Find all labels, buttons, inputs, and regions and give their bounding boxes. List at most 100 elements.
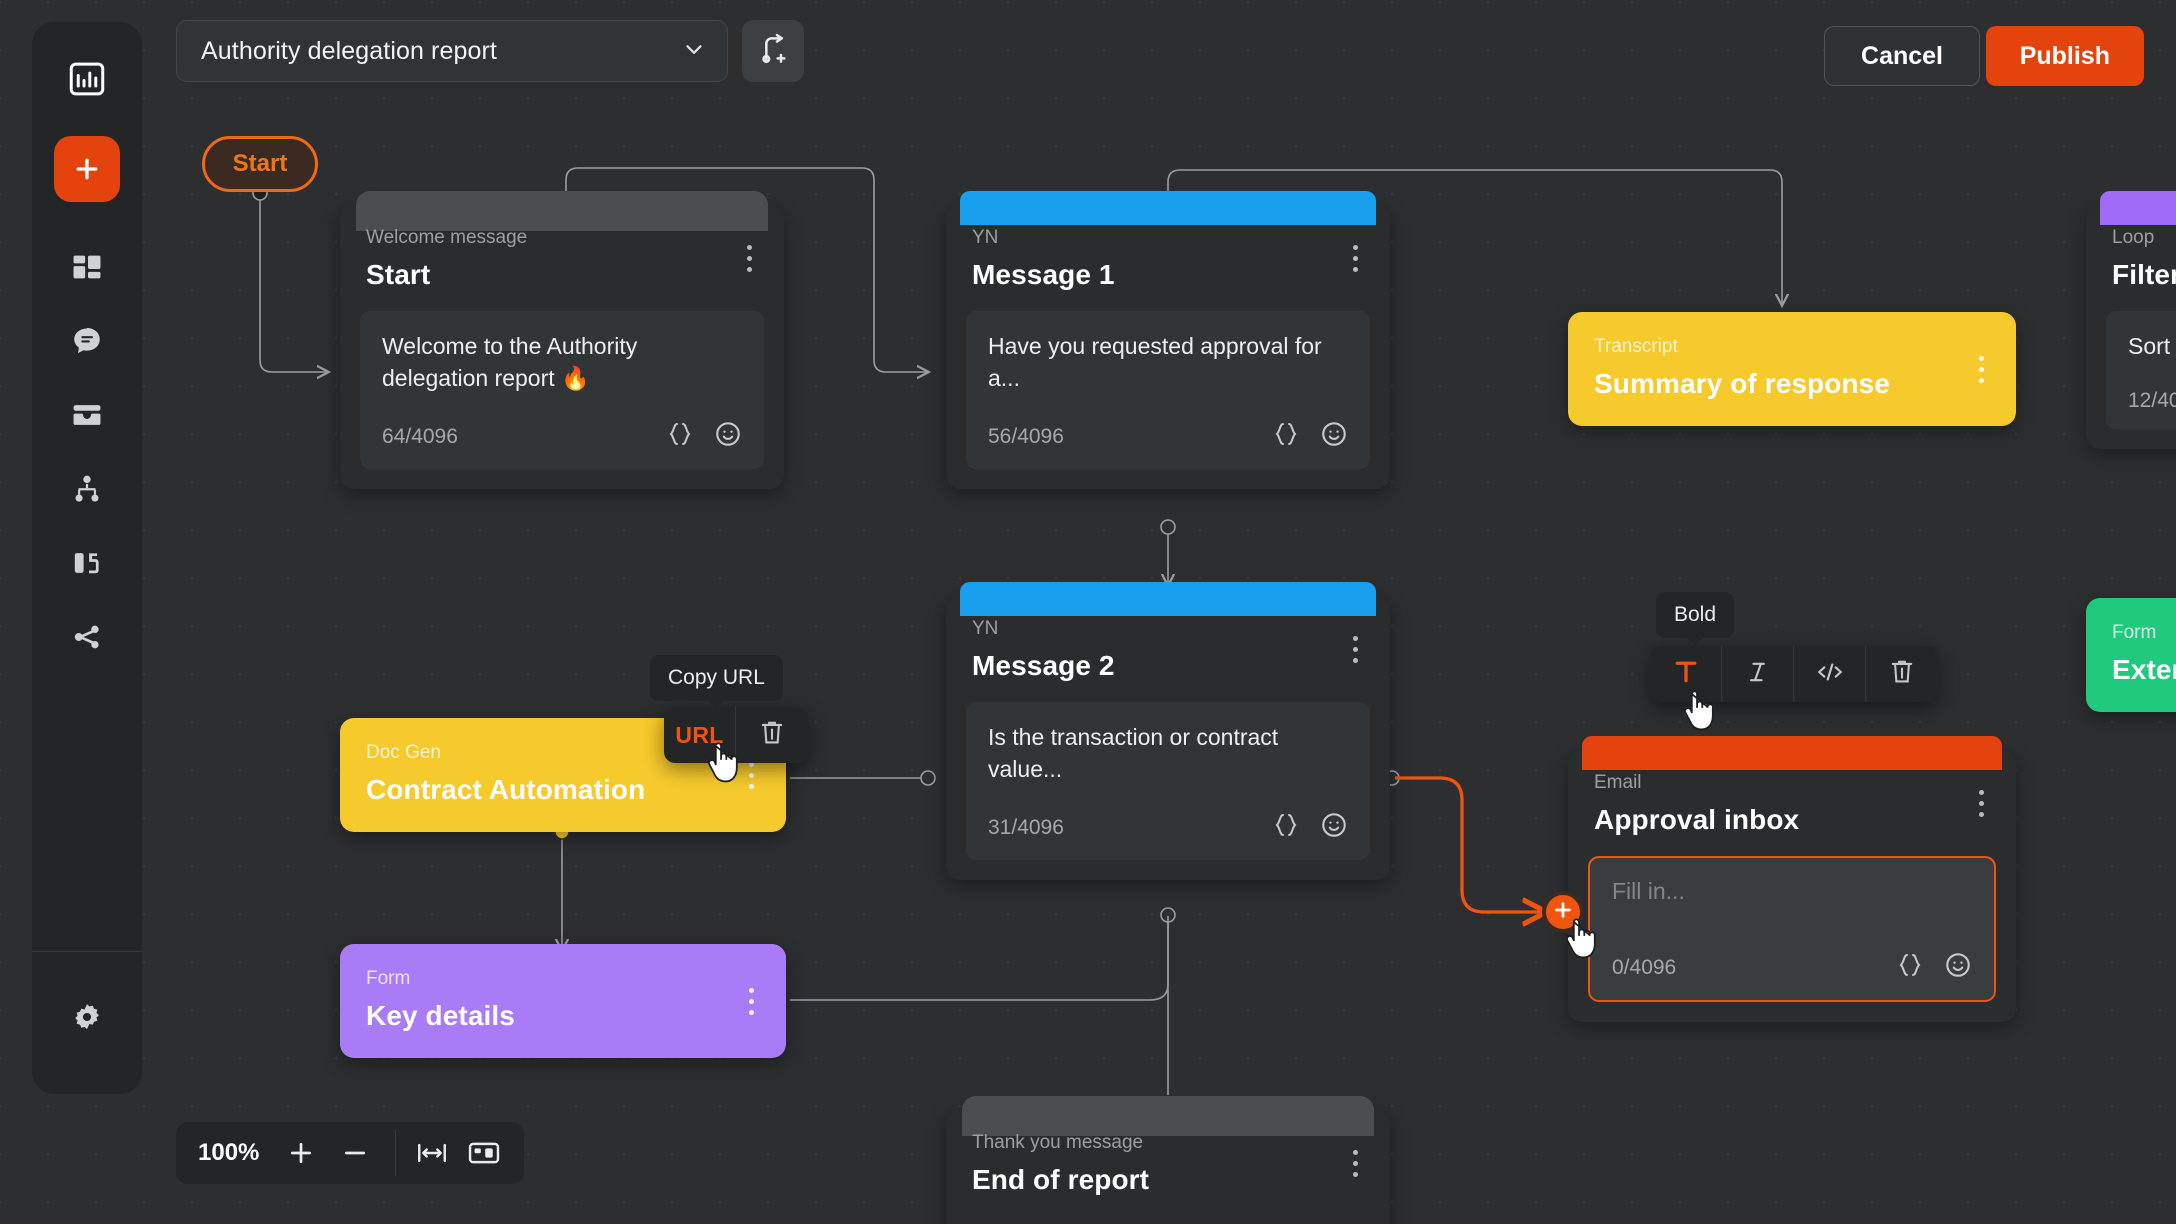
node-body: Fill in... 0/4096	[1568, 856, 2016, 1022]
copy-url-label: URL	[675, 721, 724, 748]
message-box[interactable]: Have you requested approval for a... 56/…	[966, 311, 1370, 470]
node-card[interactable]: Form Key details	[340, 944, 786, 1058]
node-thank-you-message[interactable]: Thank you message End of report	[946, 1096, 1390, 1224]
sidebar-item-inbox[interactable]	[56, 384, 118, 446]
text-format-toolbar[interactable]	[1650, 646, 1938, 702]
node-title: Filter	[2112, 259, 2176, 290]
sidebar-item-dashboard[interactable]	[56, 236, 118, 298]
node-key-details[interactable]: Form Key details	[340, 944, 786, 1058]
node-form-extend[interactable]: Form Exten	[2086, 598, 2176, 712]
node-card[interactable]: Form Exten	[2086, 598, 2176, 712]
node-email-approval-inbox[interactable]: Email Approval inbox Fill in... 0/4096	[1568, 736, 2016, 1022]
code-button[interactable]	[1794, 646, 1866, 702]
curly-braces-icon[interactable]	[1272, 812, 1300, 843]
smiley-icon[interactable]	[1944, 951, 1972, 984]
delete-format-button[interactable]	[1866, 646, 1938, 702]
zoom-out-button[interactable]	[331, 1129, 379, 1177]
node-body: Welcome to the Authority delegation repo…	[340, 311, 784, 489]
node-card[interactable]: YN Message 1 Have you requested approval…	[946, 205, 1390, 490]
node-header: Transcript Summary of response	[1568, 312, 2016, 426]
node-card[interactable]: Loop Filter Sort 12/40	[2086, 205, 2176, 449]
node-card[interactable]: YN Message 2 Is the transaction or contr…	[946, 596, 1390, 881]
sidebar-item-integrations[interactable]	[56, 606, 118, 668]
delete-node-button[interactable]	[736, 707, 808, 763]
node-card[interactable]: Welcome message Start Welcome to the Aut…	[340, 205, 784, 490]
fit-width-button[interactable]	[408, 1129, 456, 1177]
add-node-handle[interactable]	[1542, 891, 1584, 933]
node-card[interactable]: Transcript Summary of response	[1568, 312, 2016, 426]
curly-braces-icon[interactable]	[1896, 952, 1924, 983]
node-body: Sort 12/40	[2086, 311, 2176, 449]
node-eyebrow: YN	[972, 618, 999, 639]
node-eyebrow: Loop	[2112, 227, 2155, 248]
sidebar-item-flows[interactable]	[56, 458, 118, 520]
char-counter: 31/4096	[988, 815, 1064, 839]
node-eyebrow: Transcript	[1594, 336, 1678, 357]
char-counter: 0/4096	[1612, 955, 1677, 979]
copy-url-button[interactable]: URL	[664, 707, 736, 763]
curly-braces-icon[interactable]	[1272, 421, 1300, 452]
message-box[interactable]: Welcome to the Authority delegation repo…	[360, 311, 764, 470]
node-card[interactable]: Email Approval inbox Fill in... 0/4096	[1568, 750, 2016, 1022]
analytics-logo-icon[interactable]	[56, 48, 118, 110]
message-box[interactable]: Is the transaction or contract value... …	[966, 702, 1370, 861]
node-body: Is the transaction or contract value... …	[946, 702, 1390, 880]
kebab-menu-icon[interactable]	[1342, 241, 1368, 275]
node-transcript[interactable]: Transcript Summary of response	[1568, 312, 2016, 426]
node-message-1[interactable]: YN Message 1 Have you requested approval…	[946, 191, 1390, 490]
node-eyebrow: YN	[972, 227, 999, 248]
smiley-icon[interactable]	[1320, 420, 1348, 453]
message-text: Have you requested approval for a...	[988, 333, 1322, 391]
add-branch-button[interactable]	[742, 20, 804, 82]
message-footer: 12/40	[2128, 389, 2176, 413]
node-eyebrow: Email	[1594, 772, 1642, 793]
italic-icon	[1744, 657, 1772, 692]
email-body-placeholder: Fill in...	[1612, 878, 1685, 904]
kebab-menu-icon[interactable]	[1342, 1146, 1368, 1180]
gear-icon[interactable]	[56, 986, 118, 1048]
message-footer-icons	[666, 420, 742, 453]
sidebar-divider	[32, 951, 142, 952]
cancel-button[interactable]: Cancel	[1824, 26, 1980, 86]
left-sidebar	[32, 22, 142, 1094]
message-footer: 56/4096	[988, 420, 1348, 453]
code-brackets-icon	[1814, 658, 1846, 691]
curly-braces-icon[interactable]	[666, 421, 694, 452]
italic-button[interactable]	[1722, 646, 1794, 702]
bold-text-icon	[1671, 657, 1701, 692]
zoom-in-button[interactable]	[277, 1129, 325, 1177]
start-pill[interactable]: Start	[202, 136, 318, 192]
node-quick-toolbar[interactable]: URL	[664, 707, 808, 763]
kebab-menu-icon[interactable]	[1342, 632, 1368, 666]
node-welcome-message[interactable]: Welcome message Start Welcome to the Aut…	[340, 191, 784, 490]
add-button[interactable]	[54, 136, 120, 202]
email-body-textarea[interactable]: Fill in... 0/4096	[1588, 856, 1996, 1002]
message-text: Welcome to the Authority delegation repo…	[382, 333, 638, 391]
sidebar-item-pages[interactable]	[56, 532, 118, 594]
smiley-icon[interactable]	[714, 420, 742, 453]
node-header: YN Message 1	[946, 205, 1390, 311]
message-footer-icons	[1272, 811, 1348, 844]
kebab-menu-icon[interactable]	[1968, 786, 1994, 820]
bold-button[interactable]	[1650, 646, 1722, 702]
node-message-2[interactable]: YN Message 2 Is the transaction or contr…	[946, 582, 1390, 881]
node-header: Form Key details	[340, 944, 786, 1058]
kebab-menu-icon[interactable]	[738, 758, 764, 792]
kebab-menu-icon[interactable]	[736, 241, 762, 275]
sidebar-item-conversations[interactable]	[56, 310, 118, 372]
minimap-button[interactable]	[460, 1129, 508, 1177]
message-footer-icons	[1896, 951, 1972, 984]
kebab-menu-icon[interactable]	[738, 984, 764, 1018]
flow-title-select[interactable]: Authority delegation report	[176, 20, 728, 82]
message-box[interactable]: Sort 12/40	[2106, 311, 2176, 429]
node-card[interactable]: Thank you message End of report	[946, 1110, 1390, 1224]
kebab-menu-icon[interactable]	[1968, 352, 1994, 386]
publish-button[interactable]: Publish	[1985, 26, 2144, 86]
sidebar-nav	[56, 236, 118, 668]
chevron-down-icon[interactable]	[681, 36, 707, 67]
smiley-icon[interactable]	[1320, 811, 1348, 844]
node-title: Exten	[2112, 654, 2176, 685]
node-title: Message 2	[972, 650, 1115, 681]
node-loop-filter[interactable]: Loop Filter Sort 12/40	[2086, 191, 2176, 449]
zoom-controls: 100%	[176, 1122, 525, 1184]
